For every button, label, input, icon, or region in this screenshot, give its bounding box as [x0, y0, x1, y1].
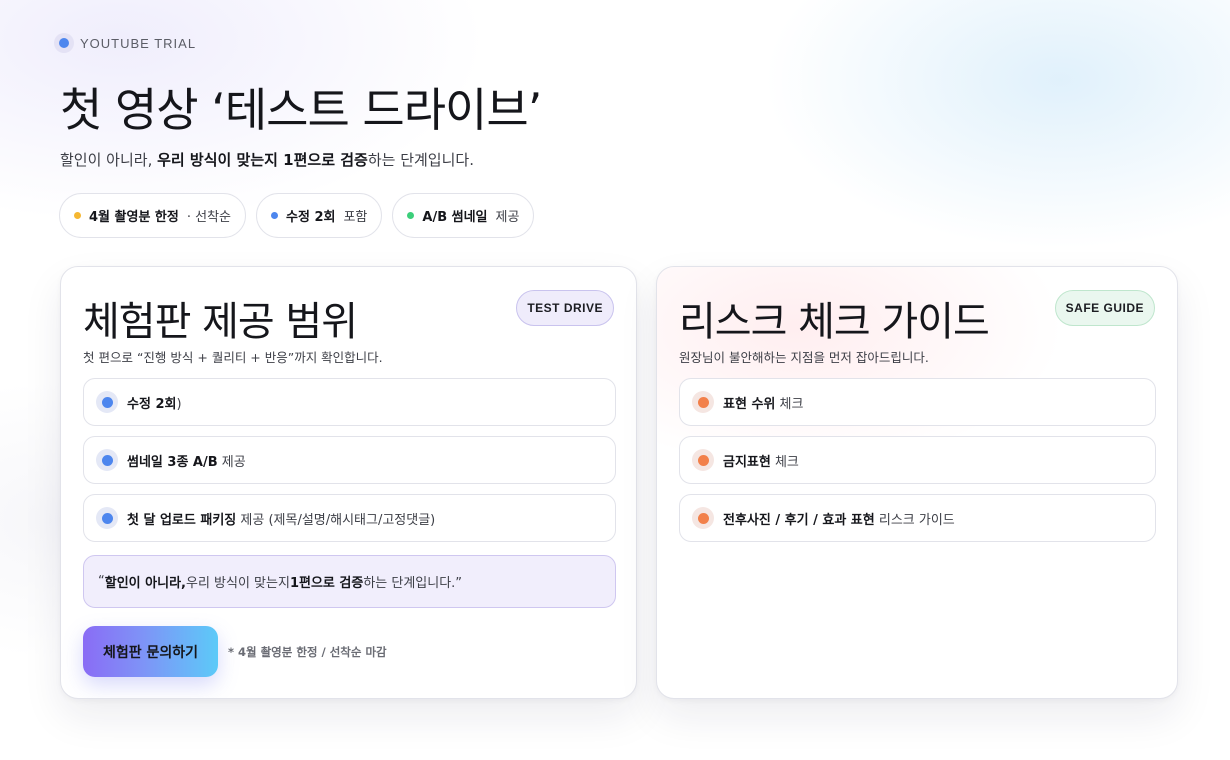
item-text: 금지표현 체크 [723, 454, 799, 470]
bullet-dot-icon [692, 507, 714, 529]
eyebrow: YOUTUBE TRIAL [54, 33, 196, 53]
trial-scope-card: 체험판 제공 범위 TEST DRIVE 첫 편으로 “진행 방식 + 퀄리티 … [60, 266, 637, 699]
bullet-dot-icon [96, 449, 118, 471]
chip-text: · 선착순 [186, 210, 232, 225]
bullet-dot-icon [692, 391, 714, 413]
chip-text: 포함 [343, 210, 368, 225]
subtitle-post: 하는 단계입니다. [367, 151, 474, 169]
trial-inquiry-button[interactable]: 체험판 문의하기 [83, 626, 218, 677]
subtitle-pre: 할인이 아니라, [60, 151, 158, 169]
green-dot-icon [407, 212, 415, 219]
chip-ab-thumbnail: A/B 썸네일 제공 [392, 193, 535, 238]
page-title: 첫 영상 ‘테스트 드라이브’ [60, 83, 542, 137]
risk-list: 표현 수위 체크 금지표현 체크 전후사진 / 후기 / 효과 표현 리스크 가… [679, 378, 1156, 552]
list-item: 첫 달 업로드 패키징 제공 (제목/설명/해시태그/고정댓글) [83, 494, 616, 542]
cta-note: * 4월 촬영분 한정 / 선착순 마감 [228, 645, 387, 659]
list-item: 전후사진 / 후기 / 효과 표현 리스크 가이드 [679, 494, 1156, 542]
chip-april-limited: 4월 촬영분 한정 · 선착순 [59, 193, 247, 238]
list-item: 수정 2회) [83, 378, 616, 426]
chip-text: 제공 [495, 210, 520, 225]
card-title: 리스크 체크 가이드 [679, 299, 990, 345]
card-description: 첫 편으로 “진행 방식 + 퀄리티 + 반응”까지 확인합니다. [83, 350, 383, 365]
item-text: 썸네일 3종 A/B 제공 [127, 454, 246, 470]
item-text: 첫 달 업로드 패키징 제공 (제목/설명/해시태그/고정댓글) [127, 512, 436, 528]
list-item: 썸네일 3종 A/B 제공 [83, 436, 616, 484]
item-text: 수정 2회) [127, 396, 182, 412]
feature-chips: 4월 촬영분 한정 · 선착순 수정 2회 포함 A/B 썸네일 제공 [59, 193, 535, 238]
subtitle-bold: 우리 방식이 맞는지 1편으로 검증 [157, 151, 368, 169]
yellow-dot-icon [74, 212, 81, 219]
card-description: 원장님이 불안해하는 지점을 먼저 잡아드립니다. [679, 350, 929, 365]
chip-bold: 4월 촬영분 한정 [89, 210, 179, 225]
blue-dot-icon [271, 212, 279, 219]
item-text: 표현 수위 체크 [723, 396, 804, 412]
bullet-dot-icon [96, 391, 118, 413]
item-text: 전후사진 / 후기 / 효과 표현 리스크 가이드 [723, 512, 955, 528]
risk-guide-card: 리스크 체크 가이드 SAFE GUIDE 원장님이 불안해하는 지점을 먼저 … [656, 266, 1178, 699]
scope-list: 수정 2회) 썸네일 3종 A/B 제공 첫 달 업로드 패키징 제공 (제목/… [83, 378, 616, 552]
list-item: 표현 수위 체크 [679, 378, 1156, 426]
quote-box: “할인이 아니라, 우리 방식이 맞는지 1편으로 검증 하는 단계입니다.” [83, 555, 616, 608]
chip-revisions: 수정 2회 포함 [256, 193, 383, 238]
page-subtitle: 할인이 아니라, 우리 방식이 맞는지 1편으로 검증하는 단계입니다. [60, 149, 474, 170]
bullet-dot-icon [692, 449, 714, 471]
chip-bold: 수정 2회 [286, 210, 336, 225]
dot-icon [54, 33, 74, 53]
list-item: 금지표현 체크 [679, 436, 1156, 484]
chip-bold: A/B 썸네일 [422, 210, 488, 225]
eyebrow-label: YOUTUBE TRIAL [80, 35, 197, 51]
card-title: 체험판 제공 범위 [83, 299, 358, 345]
bullet-dot-icon [96, 507, 118, 529]
safe-guide-badge: SAFE GUIDE [1054, 290, 1155, 326]
test-drive-badge: TEST DRIVE [516, 290, 614, 326]
